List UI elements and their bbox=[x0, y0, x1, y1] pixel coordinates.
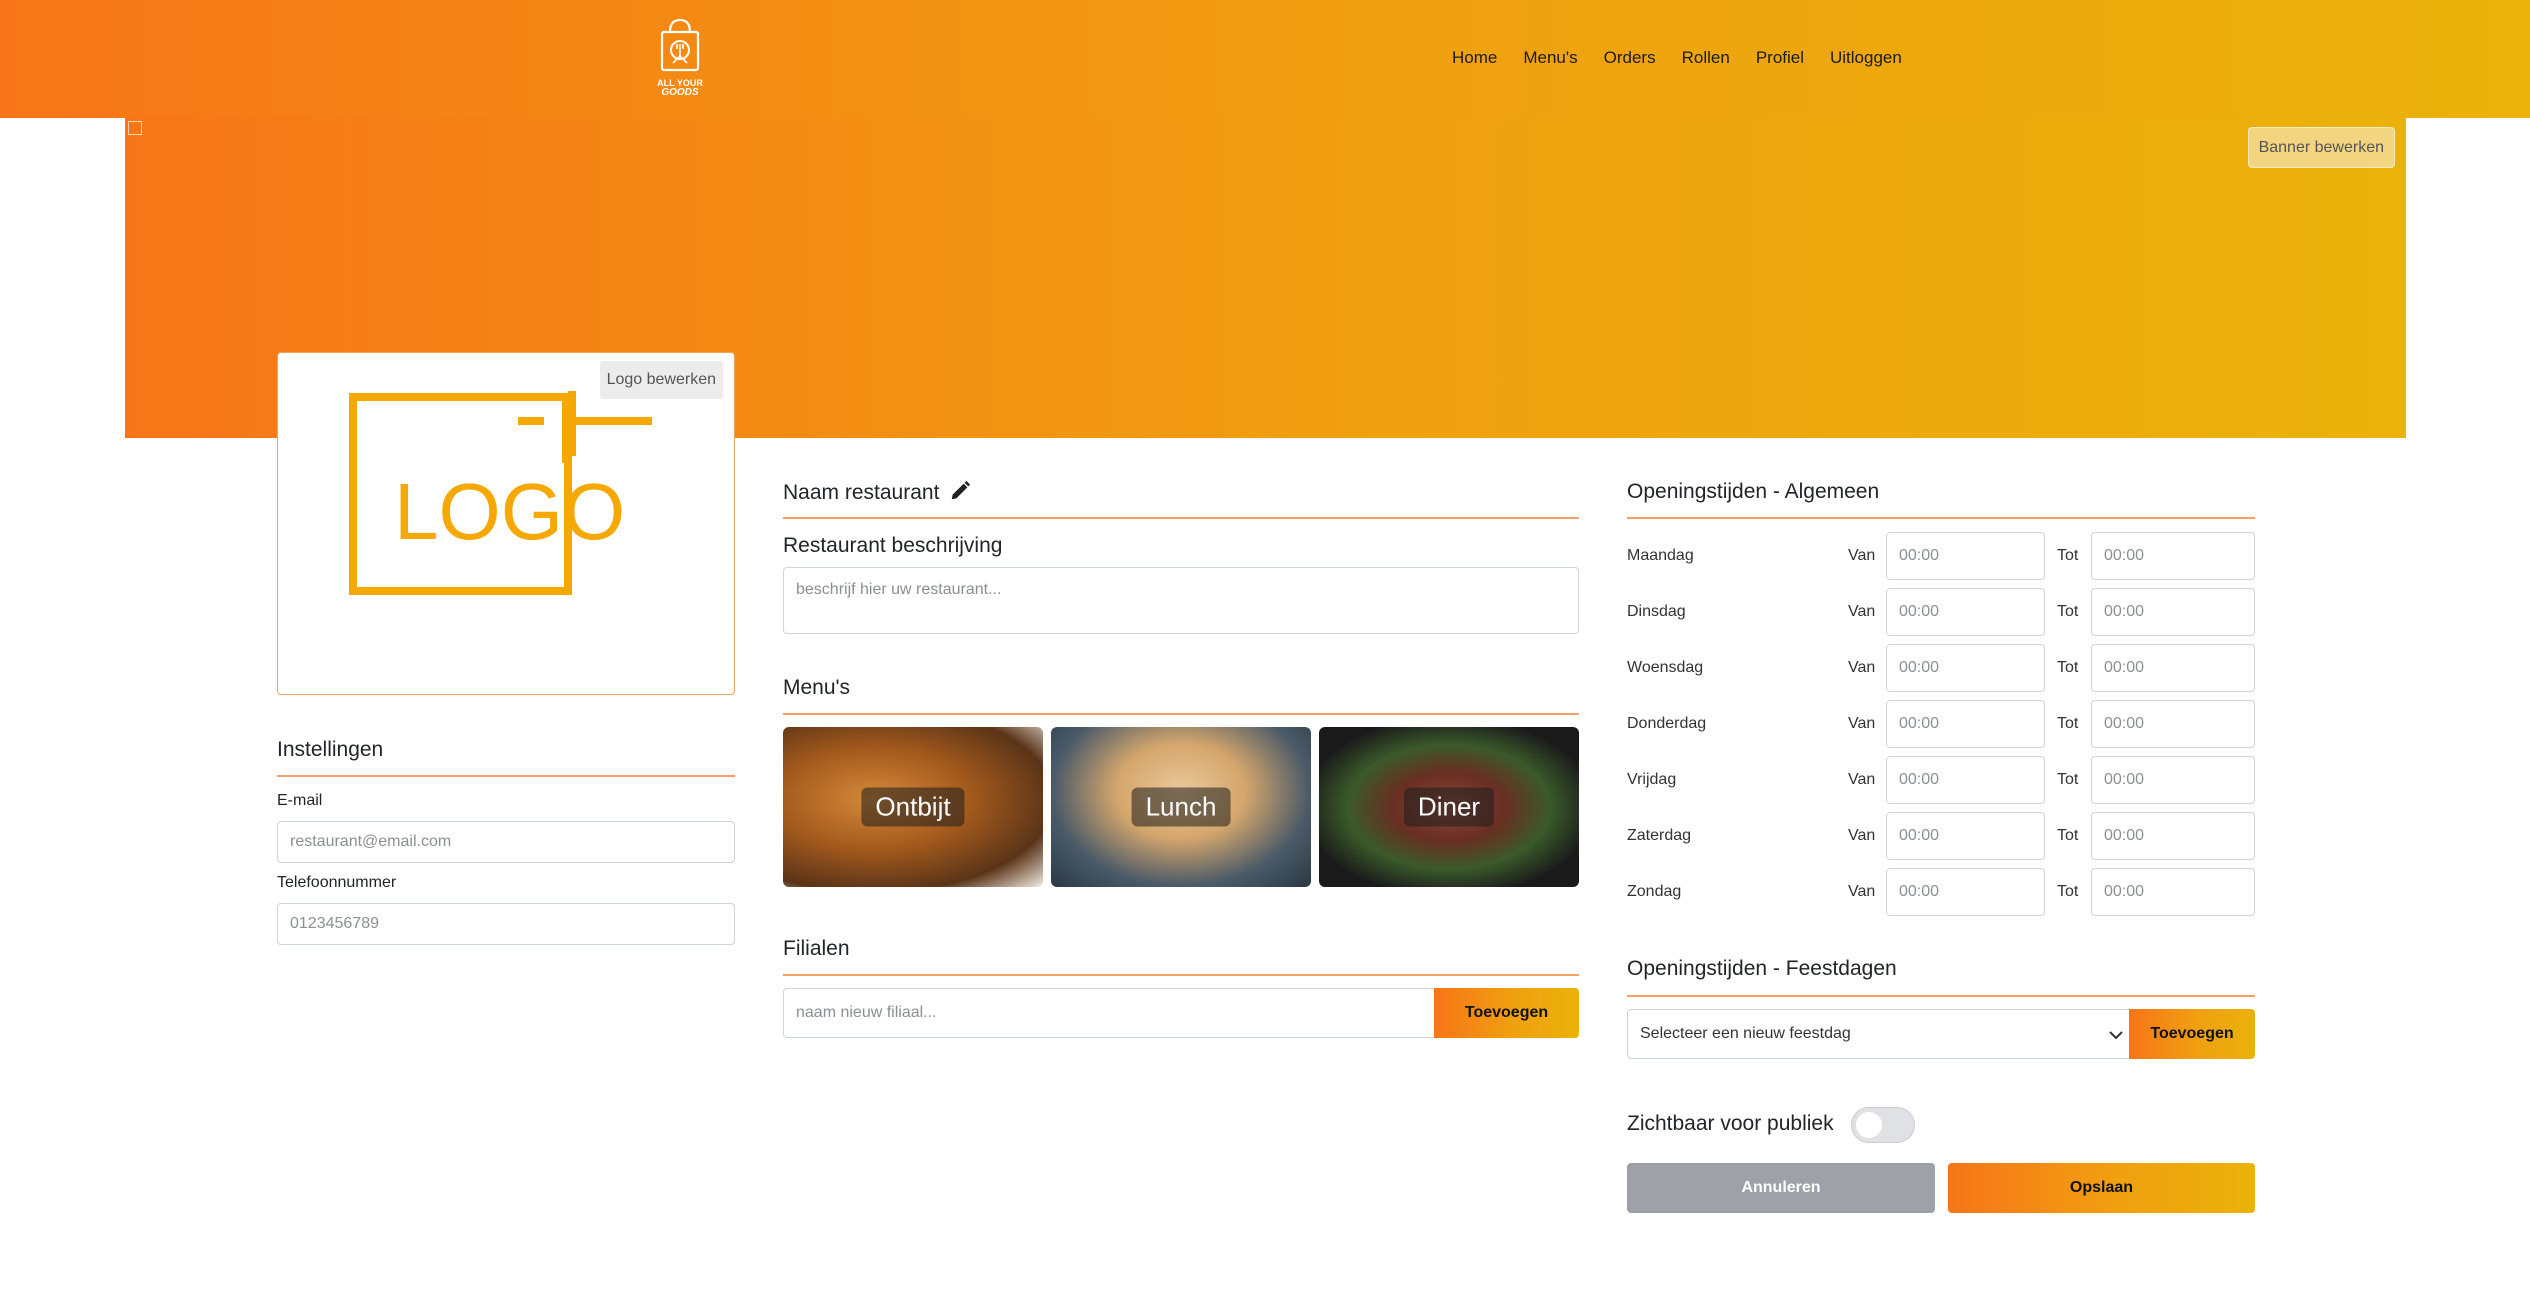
edit-banner-button[interactable]: Banner bewerken bbox=[2247, 127, 2395, 168]
holidays-divider bbox=[1627, 995, 2255, 997]
to-time-input[interactable]: 00:00 bbox=[2091, 756, 2255, 804]
settings-divider bbox=[277, 775, 735, 777]
from-time-input[interactable]: 00:00 bbox=[1886, 700, 2045, 748]
from-label: Van bbox=[1848, 547, 1876, 564]
new-branch-input[interactable]: naam nieuw filiaal... bbox=[783, 988, 1435, 1038]
menu-card-breakfast[interactable]: Ontbijt bbox=[783, 727, 1043, 887]
brand-text-line2: GOODS bbox=[661, 87, 699, 98]
description-textarea[interactable]: beschrijf hier uw restaurant... bbox=[783, 567, 1579, 634]
logo-placeholder-text: LOGO bbox=[394, 467, 625, 556]
opening-hours-divider bbox=[1627, 517, 2255, 519]
day-name: Maandag bbox=[1627, 547, 1694, 564]
brand-logo[interactable]: ALL YOUR GOODS bbox=[655, 16, 705, 100]
day-name: Zondag bbox=[1627, 883, 1682, 900]
shopping-bag-icon bbox=[660, 18, 700, 72]
menu-card-label: Lunch bbox=[1131, 787, 1231, 827]
nav-links: Home Menu's Orders Rollen Profiel Uitlog… bbox=[1452, 48, 1902, 68]
email-field[interactable]: restaurant@email.com bbox=[277, 821, 735, 863]
day-name: Woensdag bbox=[1627, 659, 1704, 676]
banner-image-placeholder-icon bbox=[128, 121, 142, 135]
holidays-title: Openingstijden - Feestdagen bbox=[1627, 957, 1897, 980]
to-label: Tot bbox=[2057, 827, 2079, 844]
from-time-input[interactable]: 00:00 bbox=[1886, 756, 2045, 804]
from-label: Van bbox=[1848, 771, 1876, 788]
from-time-input[interactable]: 00:00 bbox=[1886, 532, 2045, 580]
from-label: Van bbox=[1848, 603, 1876, 620]
toggle-knob bbox=[1856, 1112, 1882, 1138]
edit-logo-button[interactable]: Logo bewerken bbox=[599, 361, 723, 399]
from-time-input[interactable]: 00:00 bbox=[1886, 588, 2045, 636]
pencil-icon[interactable] bbox=[949, 480, 971, 502]
day-name: Vrijdag bbox=[1627, 771, 1677, 788]
email-label: E-mail bbox=[277, 792, 323, 809]
visibility-toggle[interactable] bbox=[1851, 1107, 1915, 1143]
nav-orders[interactable]: Orders bbox=[1604, 48, 1656, 68]
opening-hours-title: Openingstijden - Algemeen bbox=[1627, 480, 1880, 503]
from-time-input[interactable]: 00:00 bbox=[1886, 644, 2045, 692]
from-time-input[interactable]: 00:00 bbox=[1886, 812, 2045, 860]
cancel-button[interactable]: Annuleren bbox=[1627, 1163, 1935, 1213]
to-time-input[interactable]: 00:00 bbox=[2091, 644, 2255, 692]
branches-title: Filialen bbox=[783, 937, 850, 960]
from-label: Van bbox=[1848, 659, 1876, 676]
nav-menus[interactable]: Menu's bbox=[1523, 48, 1577, 68]
from-label: Van bbox=[1848, 827, 1876, 844]
menus-title: Menu's bbox=[783, 676, 851, 699]
nav-roles[interactable]: Rollen bbox=[1682, 48, 1730, 68]
holiday-select[interactable]: Selecteer een nieuw feestdag bbox=[1627, 1009, 2130, 1059]
to-time-input[interactable]: 00:00 bbox=[2091, 868, 2255, 916]
to-label: Tot bbox=[2057, 603, 2079, 620]
phone-label: Telefoonnummer bbox=[277, 874, 397, 891]
settings-title: Instellingen bbox=[277, 738, 384, 761]
to-label: Tot bbox=[2057, 883, 2079, 900]
from-label: Van bbox=[1848, 883, 1876, 900]
menu-card-label: Ontbijt bbox=[861, 787, 965, 827]
to-label: Tot bbox=[2057, 771, 2079, 788]
menu-card-label: Diner bbox=[1403, 787, 1495, 827]
from-time-input[interactable]: 00:00 bbox=[1886, 868, 2045, 916]
logo-card: LOGO Logo bewerken bbox=[277, 352, 735, 695]
restaurant-name: Naam restaurant bbox=[783, 481, 940, 504]
holiday-select-value: Selecteer een nieuw feestdag bbox=[1640, 1025, 1851, 1042]
menu-card-lunch[interactable]: Lunch bbox=[1051, 727, 1311, 887]
restaurant-divider bbox=[783, 517, 1579, 519]
to-time-input[interactable]: 00:00 bbox=[2091, 588, 2255, 636]
to-time-input[interactable]: 00:00 bbox=[2091, 532, 2255, 580]
phone-field[interactable]: 0123456789 bbox=[277, 903, 735, 945]
to-label: Tot bbox=[2057, 659, 2079, 676]
visibility-label: Zichtbaar voor publiek bbox=[1627, 1112, 1834, 1135]
menus-divider bbox=[783, 713, 1579, 715]
add-branch-button[interactable]: Toevoegen bbox=[1434, 988, 1579, 1038]
day-name: Zaterdag bbox=[1627, 827, 1692, 844]
to-time-input[interactable]: 00:00 bbox=[2091, 700, 2255, 748]
restaurant-name-title[interactable]: Naam restaurant bbox=[783, 480, 971, 508]
nav-logout[interactable]: Uitloggen bbox=[1830, 48, 1902, 68]
day-name: Donderdag bbox=[1627, 715, 1707, 732]
from-label: Van bbox=[1848, 715, 1876, 732]
navbar: ALL YOUR GOODS Home Menu's Orders Rollen… bbox=[0, 0, 2530, 118]
logo-placeholder-image: LOGO bbox=[349, 391, 652, 595]
add-holiday-button[interactable]: Toevoegen bbox=[2129, 1009, 2255, 1059]
chevron-down-icon bbox=[2109, 1031, 2123, 1040]
to-label: Tot bbox=[2057, 715, 2079, 732]
branches-divider bbox=[783, 974, 1579, 976]
day-name: Dinsdag bbox=[1627, 603, 1686, 620]
description-label: Restaurant beschrijving bbox=[783, 534, 1003, 557]
nav-profile[interactable]: Profiel bbox=[1756, 48, 1804, 68]
to-time-input[interactable]: 00:00 bbox=[2091, 812, 2255, 860]
save-button[interactable]: Opslaan bbox=[1948, 1163, 2255, 1213]
nav-home[interactable]: Home bbox=[1452, 48, 1497, 68]
menu-card-dinner[interactable]: Diner bbox=[1319, 727, 1579, 887]
to-label: Tot bbox=[2057, 547, 2079, 564]
